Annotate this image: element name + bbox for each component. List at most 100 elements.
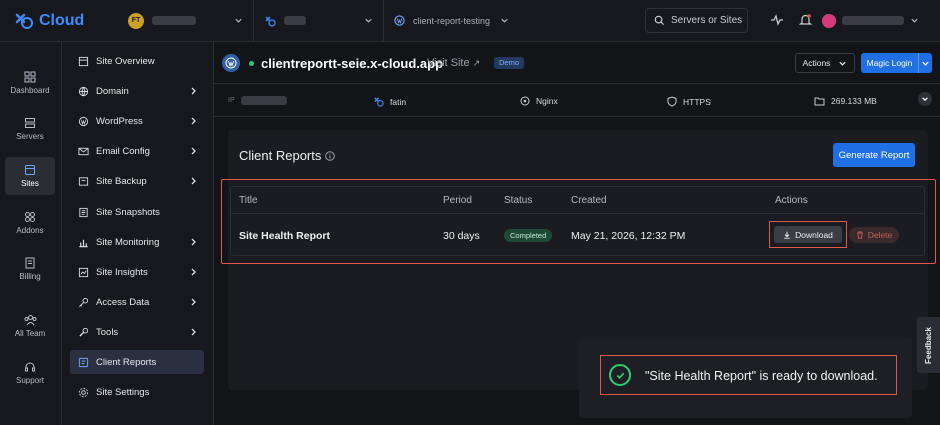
- report-title: Site Health Report: [239, 230, 331, 242]
- snapshot-icon: [78, 207, 89, 218]
- headset-icon: [24, 361, 36, 373]
- rail-label: Billing: [19, 272, 41, 281]
- sidebar-item-label: WordPress: [96, 115, 143, 127]
- site-switcher[interactable]: client-report-testing: [384, 0, 519, 42]
- sidebar-item-email-config[interactable]: Email Config: [70, 139, 204, 163]
- chevron-right-icon: [189, 297, 198, 307]
- actions-dropdown[interactable]: Actions: [795, 53, 855, 73]
- team-icon: [24, 314, 37, 326]
- site-status-dot: [249, 61, 254, 66]
- monitoring-icon: [78, 237, 89, 248]
- wordpress-icon: [222, 54, 240, 72]
- rail-item-servers[interactable]: Servers: [5, 110, 55, 148]
- avatar: [822, 13, 836, 28]
- sidebar-item-site-overview[interactable]: Site Overview: [70, 49, 204, 73]
- team-name-redacted: [152, 16, 196, 25]
- sidebar-item-access-data[interactable]: Access Data: [70, 290, 204, 314]
- chevron-right-icon: [189, 176, 198, 186]
- visit-site-link[interactable]: Visit Site ↗: [427, 57, 480, 69]
- chevron-right-icon: [189, 237, 198, 247]
- rail-item-all-team[interactable]: All Team: [5, 307, 55, 345]
- toast-message: "Site Health Report" is ready to downloa…: [645, 369, 878, 383]
- folder-icon: [814, 96, 825, 106]
- magic-login-button[interactable]: Magic Login: [861, 53, 932, 73]
- download-button[interactable]: Download: [774, 226, 842, 243]
- search-placeholder: Servers or Sites: [671, 15, 743, 26]
- bell-icon[interactable]: [799, 13, 812, 27]
- rail-label: Support: [15, 376, 45, 385]
- feedback-tab[interactable]: Feedback: [917, 317, 940, 373]
- rail-item-addons[interactable]: Addons: [5, 204, 55, 242]
- chevron-down-icon: [500, 16, 509, 25]
- rail-label: Servers: [16, 132, 44, 141]
- chevron-down-icon: [234, 16, 243, 25]
- site-server: Nginx: [520, 96, 558, 106]
- wordpress-icon: [394, 15, 405, 26]
- status-badge: Completed: [504, 229, 553, 242]
- server-switcher[interactable]: [254, 0, 384, 42]
- nginx-icon: [520, 96, 530, 106]
- server-logo-icon: [264, 15, 276, 27]
- generate-report-button[interactable]: Generate Report: [833, 143, 915, 167]
- insights-icon: [78, 267, 89, 278]
- sidebar-item-client-reports[interactable]: Client Reports: [70, 350, 204, 374]
- site-ip: IP: [228, 96, 287, 105]
- site-crumb: client-report-testing: [413, 15, 491, 26]
- sidebar-item-label: Tools: [96, 326, 119, 338]
- rail-label: All Team: [14, 329, 46, 338]
- sidebar-item-label: Email Config: [96, 145, 150, 157]
- key-icon: [78, 297, 89, 308]
- addons-icon: [24, 211, 36, 223]
- external-link-icon: ↗: [472, 58, 481, 68]
- check-circle-icon: [609, 364, 631, 386]
- team-switcher[interactable]: FT: [118, 0, 254, 42]
- brand-logo[interactable]: Cloud: [0, 12, 118, 30]
- user-menu[interactable]: [822, 8, 919, 33]
- column-header-created: Created: [571, 195, 607, 206]
- expand-info-button[interactable]: [918, 92, 932, 106]
- browser-icon: [24, 164, 36, 176]
- rail-item-billing[interactable]: Billing: [5, 250, 55, 288]
- sidebar-item-label: Site Snapshots: [96, 206, 160, 218]
- rail-item-support[interactable]: Support: [5, 354, 55, 392]
- sidebar-item-domain[interactable]: Domain: [70, 79, 204, 103]
- chevron-down-icon: [910, 16, 919, 25]
- delete-button[interactable]: Delete: [849, 227, 899, 243]
- column-header-status: Status: [504, 195, 533, 206]
- sidebar-item-tools[interactable]: Tools: [70, 320, 204, 344]
- report-icon: [78, 357, 89, 368]
- search-icon: [654, 15, 665, 26]
- sidebar-item-site-backup[interactable]: Site Backup: [70, 169, 204, 193]
- rail-label: Addons: [16, 226, 44, 235]
- sidebar-item-site-monitoring[interactable]: Site Monitoring: [70, 230, 204, 254]
- sidebar-item-site-insights[interactable]: Site Insights: [70, 260, 204, 284]
- sidebar-item-label: Site Insights: [96, 266, 148, 278]
- brand-name: Cloud: [39, 11, 85, 29]
- team-avatar: FT: [128, 12, 144, 29]
- site-name: clientreportt-seie.x-cloud.app: [261, 56, 444, 71]
- sidebar-item-wordpress[interactable]: WordPress: [70, 109, 204, 133]
- server-icon: [24, 117, 36, 129]
- report-created: May 21, 2026, 12:32 PM: [571, 230, 686, 242]
- rail-item-dashboard[interactable]: Dashboard: [5, 64, 55, 102]
- sidebar-item-site-settings[interactable]: Site Settings: [70, 380, 204, 404]
- sidebar-item-label: Access Data: [96, 296, 150, 308]
- site-user: fatin: [373, 96, 406, 107]
- ip-redacted: [240, 96, 287, 105]
- primary-nav: Dashboard Servers Sites Addons Billing A…: [0, 42, 62, 425]
- info-icon[interactable]: [325, 151, 335, 161]
- sidebar-item-site-snapshots[interactable]: Site Snapshots: [70, 200, 204, 224]
- activity-icon[interactable]: [770, 13, 784, 27]
- wordpress-icon: [78, 116, 89, 127]
- gear-icon: [78, 387, 89, 398]
- chevron-right-icon: [189, 267, 198, 277]
- grid-icon: [24, 71, 36, 83]
- rail-item-sites[interactable]: Sites: [5, 157, 55, 195]
- page-title: Client Reports: [239, 148, 322, 163]
- sidebar-item-label: Site Backup: [96, 175, 147, 187]
- report-period: 30 days: [443, 230, 480, 242]
- chevron-down-icon[interactable]: [918, 53, 932, 73]
- wrench-icon: [78, 327, 89, 338]
- global-search[interactable]: Servers or Sites: [645, 8, 748, 33]
- xcloud-logo-icon: [14, 12, 34, 30]
